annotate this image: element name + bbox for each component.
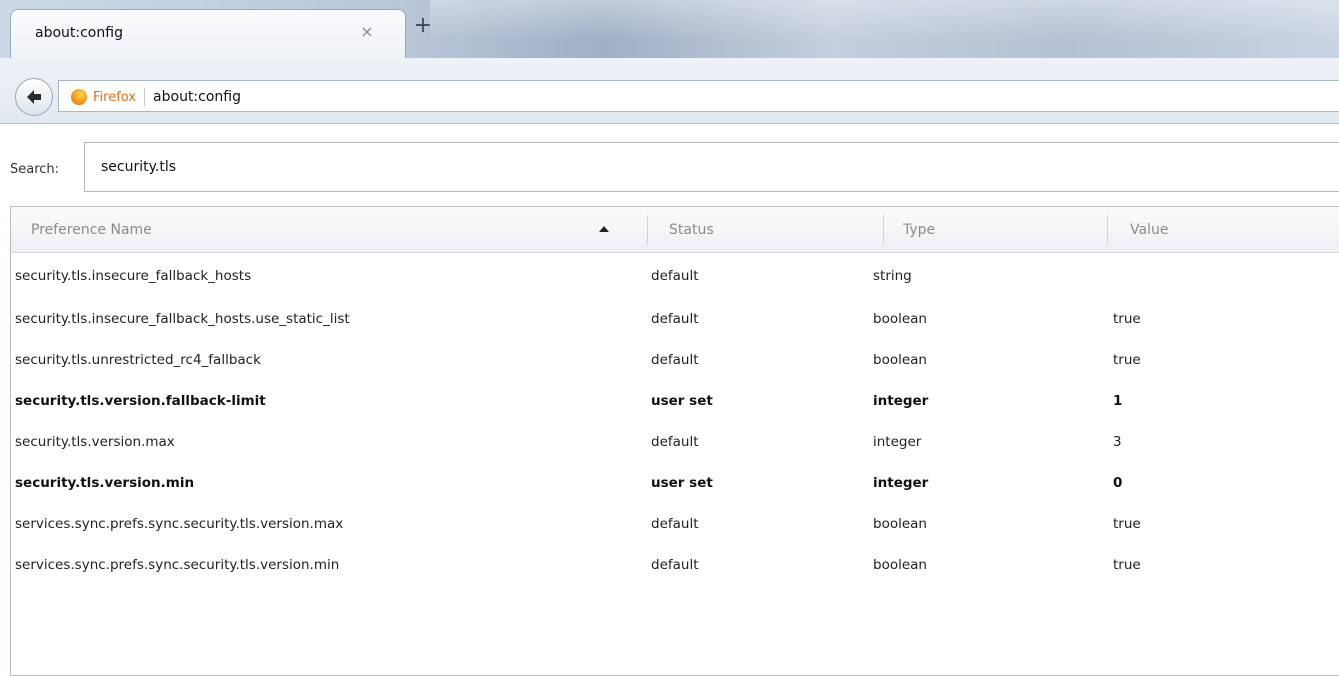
tab-about-config[interactable]: about:config ×: [10, 9, 406, 58]
preference-name: security.tls.insecure_fallback_hosts: [15, 268, 252, 284]
tab-title: about:config: [35, 25, 123, 41]
preference-value: 3: [1113, 434, 1122, 450]
preference-type: boolean: [873, 311, 927, 327]
close-tab-icon[interactable]: ×: [358, 23, 376, 41]
tab-strip: about:config × +: [0, 0, 1339, 58]
column-header-preference-name[interactable]: Preference Name: [31, 207, 152, 253]
column-header-value[interactable]: Value: [1130, 207, 1168, 253]
preferences-table: Preference Name Status Type Value securi…: [10, 206, 1339, 676]
preference-type: integer: [873, 393, 929, 409]
preference-value: true: [1113, 557, 1141, 573]
identity-box[interactable]: Firefox about:config: [71, 87, 241, 107]
preference-value: true: [1113, 352, 1141, 368]
table-row[interactable]: security.tls.insecure_fallback_hosts.use…: [11, 299, 1339, 340]
back-arrow-icon: [27, 90, 41, 104]
preference-name: security.tls.unrestricted_rc4_fallback: [15, 352, 261, 368]
column-separator[interactable]: [647, 215, 648, 245]
preference-name: security.tls.version.fallback-limit: [15, 393, 266, 409]
preference-value: true: [1113, 516, 1141, 532]
table-row[interactable]: security.tls.version.max default integer…: [11, 422, 1339, 463]
preference-value: 0: [1113, 475, 1123, 491]
table-row[interactable]: services.sync.prefs.sync.security.tls.ve…: [11, 504, 1339, 545]
preference-type: boolean: [873, 352, 927, 368]
preference-status: default: [651, 557, 699, 573]
tab-strip-background: [430, 0, 1339, 58]
preference-name: security.tls.insecure_fallback_hosts.use…: [15, 311, 350, 327]
identity-separator: [144, 88, 146, 106]
preference-status: default: [651, 268, 699, 284]
column-header-type[interactable]: Type: [903, 207, 935, 253]
table-row[interactable]: security.tls.insecure_fallback_hosts def…: [11, 256, 1339, 297]
preference-type: string: [873, 268, 912, 284]
table-row[interactable]: services.sync.prefs.sync.security.tls.ve…: [11, 545, 1339, 586]
table-row-user-set[interactable]: security.tls.version.min user set intege…: [11, 463, 1339, 504]
table-row-user-set[interactable]: security.tls.version.fallback-limit user…: [11, 381, 1339, 422]
table-header: Preference Name Status Type Value: [11, 207, 1339, 253]
table-row[interactable]: security.tls.unrestricted_rc4_fallback d…: [11, 340, 1339, 381]
preference-value: 1: [1113, 393, 1123, 409]
url-text: about:config: [153, 89, 241, 105]
preference-name: security.tls.version.min: [15, 475, 195, 491]
preference-status: default: [651, 352, 699, 368]
column-separator[interactable]: [1107, 215, 1108, 245]
preference-name: services.sync.prefs.sync.security.tls.ve…: [15, 557, 340, 573]
sort-ascending-icon: [599, 226, 609, 232]
search-label: Search:: [10, 162, 60, 177]
preference-name: security.tls.version.max: [15, 434, 175, 450]
preference-status: default: [651, 311, 699, 327]
preference-status: user set: [651, 475, 713, 491]
firefox-icon: [71, 89, 87, 105]
preference-type: integer: [873, 475, 929, 491]
column-header-status[interactable]: Status: [669, 207, 714, 253]
preference-status: default: [651, 434, 699, 450]
preference-name: services.sync.prefs.sync.security.tls.ve…: [15, 516, 344, 532]
identity-label: Firefox: [93, 89, 137, 105]
new-tab-button[interactable]: +: [410, 14, 436, 40]
preference-type: boolean: [873, 557, 927, 573]
navigation-bar: Firefox about:config: [0, 58, 1339, 124]
search-input[interactable]: [84, 142, 1339, 192]
preference-status: user set: [651, 393, 713, 409]
url-bar[interactable]: Firefox about:config: [58, 80, 1339, 112]
preference-value: [1113, 256, 1333, 297]
preference-type: integer: [873, 434, 922, 450]
column-separator[interactable]: [883, 215, 884, 245]
preference-type: boolean: [873, 516, 927, 532]
back-button[interactable]: [15, 78, 53, 116]
preference-status: default: [651, 516, 699, 532]
preference-value: true: [1113, 311, 1141, 327]
